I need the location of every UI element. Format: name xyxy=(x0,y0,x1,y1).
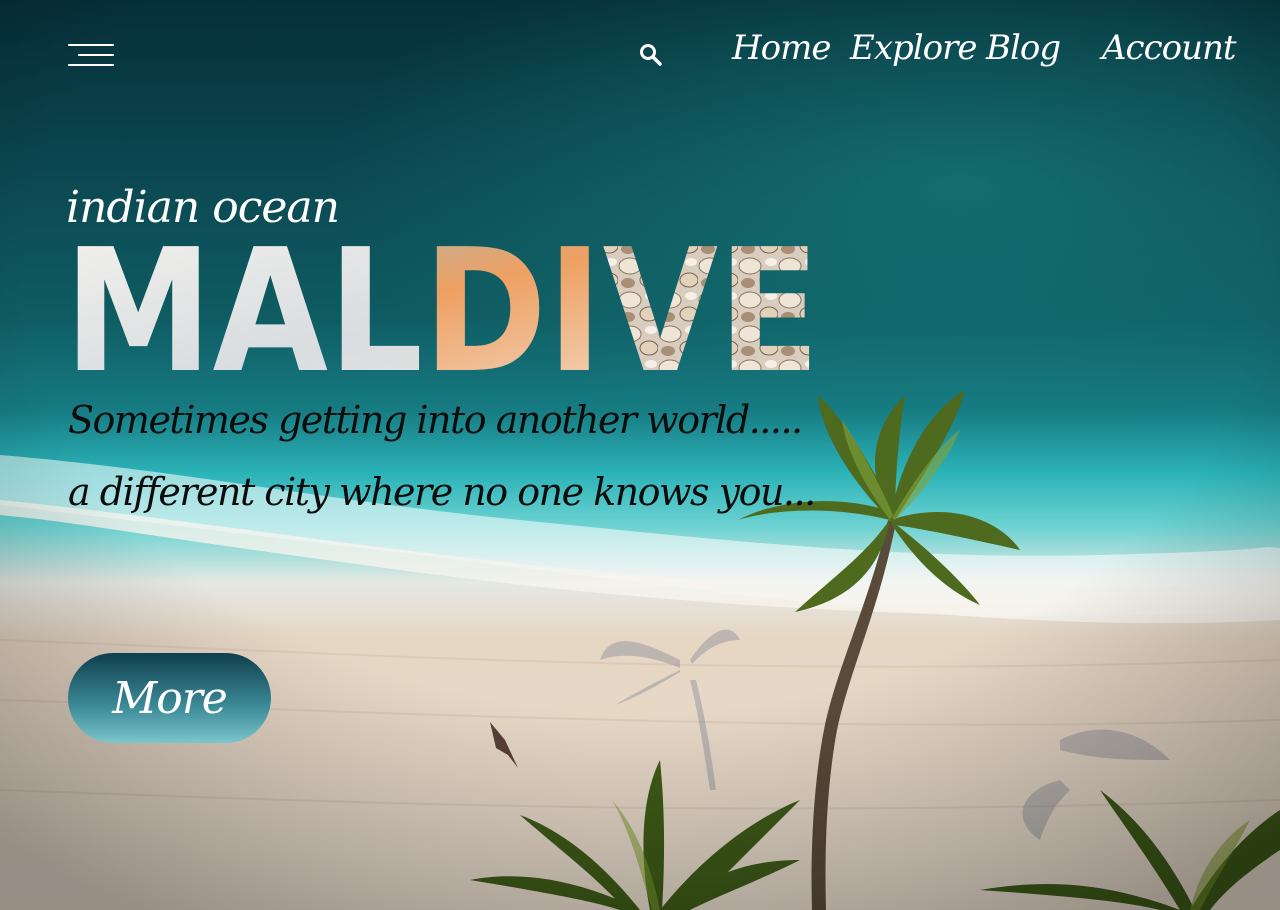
beach-aerial-background xyxy=(0,0,1280,910)
menu-line xyxy=(68,44,114,46)
more-button[interactable]: More xyxy=(68,653,271,743)
menu-line xyxy=(68,64,114,66)
search-icon[interactable] xyxy=(638,42,664,68)
hero-tagline-line1: Sometimes getting into another world....… xyxy=(68,398,803,442)
nav-link-account[interactable]: Account xyxy=(1102,28,1237,68)
menu-line xyxy=(78,54,114,56)
hamburger-menu-icon[interactable] xyxy=(68,42,114,70)
nav-link-home[interactable]: Home xyxy=(732,28,831,68)
nav-link-explore[interactable]: Explore xyxy=(850,28,977,68)
nav-link-blog[interactable]: Blog xyxy=(986,28,1061,68)
hero-title: MALDIVE MALDIVE MALDIVE xyxy=(64,222,820,382)
hero-tagline-line2: a different city where no one knows you.… xyxy=(68,470,816,514)
